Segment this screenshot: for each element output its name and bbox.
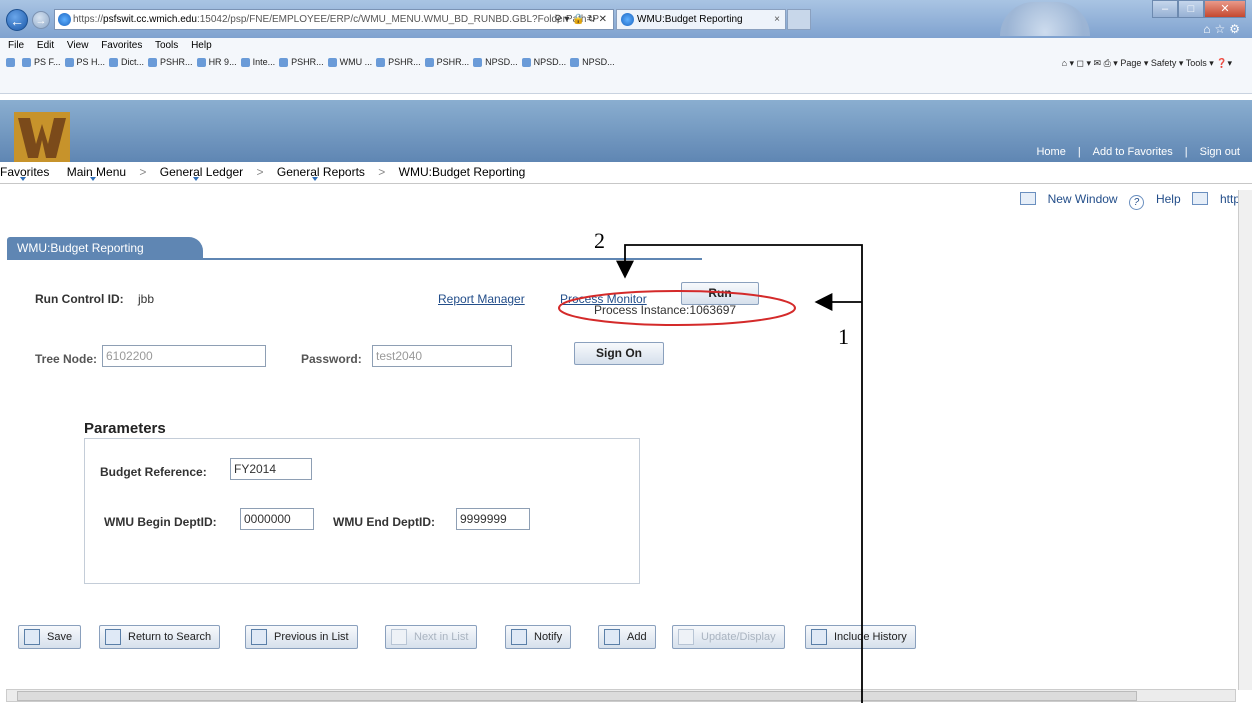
process-instance-highlight [558, 290, 796, 326]
annotation-overlay [558, 244, 863, 703]
annotation-arrow-2 [616, 244, 863, 703]
annotation-step-2: 2 [594, 228, 605, 253]
annotation-step-1: 1 [838, 324, 849, 349]
